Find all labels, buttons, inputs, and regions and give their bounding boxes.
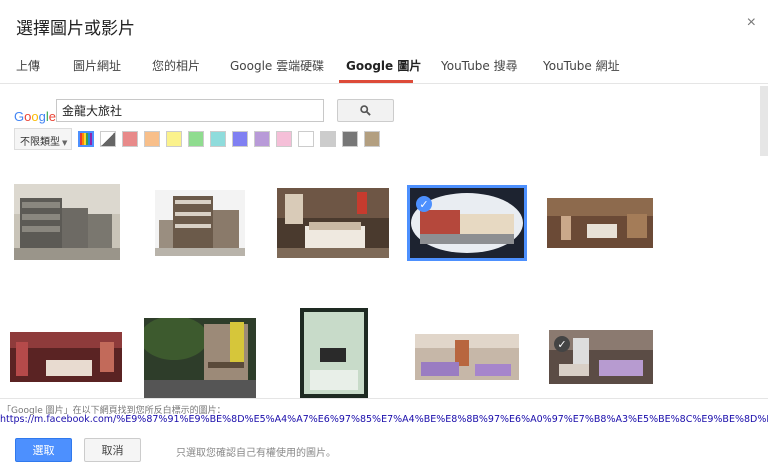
usage-hint: 只選取您確認自己有權使用的圖片。 bbox=[176, 448, 336, 459]
tab-google-images[interactable]: Google 圖片 bbox=[346, 57, 421, 74]
image-result[interactable] bbox=[155, 190, 245, 256]
check-icon: ✓ bbox=[416, 196, 432, 212]
scrollbar[interactable] bbox=[760, 86, 768, 156]
source-url-link[interactable]: https://m.facebook.com/%E9%87%91%E9%BE%8… bbox=[0, 414, 768, 425]
image-result[interactable] bbox=[14, 184, 120, 260]
color-swatch-brown[interactable] bbox=[364, 131, 380, 147]
image-results: ✓ ✓ bbox=[0, 158, 760, 398]
image-result[interactable] bbox=[277, 188, 389, 258]
type-dropdown-label: 不限類型 bbox=[20, 137, 60, 148]
color-swatch-black[interactable] bbox=[342, 131, 358, 147]
tab-google-drive[interactable]: Google 雲端硬碟 bbox=[230, 57, 324, 74]
color-swatch-green[interactable] bbox=[188, 131, 204, 147]
image-result[interactable] bbox=[415, 334, 519, 380]
color-swatch-red[interactable] bbox=[122, 131, 138, 147]
color-swatch-white[interactable] bbox=[298, 131, 314, 147]
tab-upload[interactable]: 上傳 bbox=[16, 57, 40, 74]
type-dropdown[interactable]: 不限類型 ▼ bbox=[14, 128, 72, 150]
image-result[interactable] bbox=[547, 198, 653, 248]
color-swatch-blue[interactable] bbox=[232, 131, 248, 147]
color-swatch-gray[interactable] bbox=[320, 131, 336, 147]
color-swatch-multicolor[interactable] bbox=[78, 131, 94, 147]
search-input[interactable] bbox=[56, 99, 324, 122]
color-swatch-teal[interactable] bbox=[210, 131, 226, 147]
color-swatch-purple[interactable] bbox=[254, 131, 270, 147]
select-button[interactable]: 選取 bbox=[15, 438, 72, 462]
check-icon: ✓ bbox=[554, 336, 570, 352]
search-icon bbox=[360, 105, 371, 116]
image-result[interactable] bbox=[300, 308, 368, 398]
tab-youtube-url[interactable]: YouTube 網址 bbox=[543, 57, 620, 74]
color-swatch-orange[interactable] bbox=[144, 131, 160, 147]
tab-image-url[interactable]: 圖片網址 bbox=[73, 57, 121, 74]
color-swatch-yellow[interactable] bbox=[166, 131, 182, 147]
tab-youtube-search[interactable]: YouTube 搜尋 bbox=[441, 57, 518, 74]
image-result[interactable] bbox=[10, 332, 122, 382]
active-tab-indicator bbox=[339, 80, 413, 83]
cancel-button[interactable]: 取消 bbox=[84, 438, 141, 462]
image-result[interactable]: ✓ bbox=[549, 330, 653, 384]
close-icon[interactable]: × bbox=[747, 14, 756, 32]
chevron-down-icon: ▼ bbox=[62, 139, 68, 147]
search-button[interactable] bbox=[337, 99, 394, 122]
image-result[interactable] bbox=[144, 318, 256, 398]
image-result-selected[interactable]: ✓ bbox=[407, 185, 527, 261]
color-swatch-pink[interactable] bbox=[276, 131, 292, 147]
color-swatch-grayscale[interactable] bbox=[100, 131, 116, 147]
google-logo: Google bbox=[14, 109, 56, 124]
tab-bar: 上傳 圖片網址 您的相片 Google 雲端硬碟 Google 圖片 YouTu… bbox=[0, 44, 768, 84]
tab-your-photos[interactable]: 您的相片 bbox=[152, 57, 200, 74]
dialog-title: 選擇圖片或影片 bbox=[16, 19, 135, 39]
